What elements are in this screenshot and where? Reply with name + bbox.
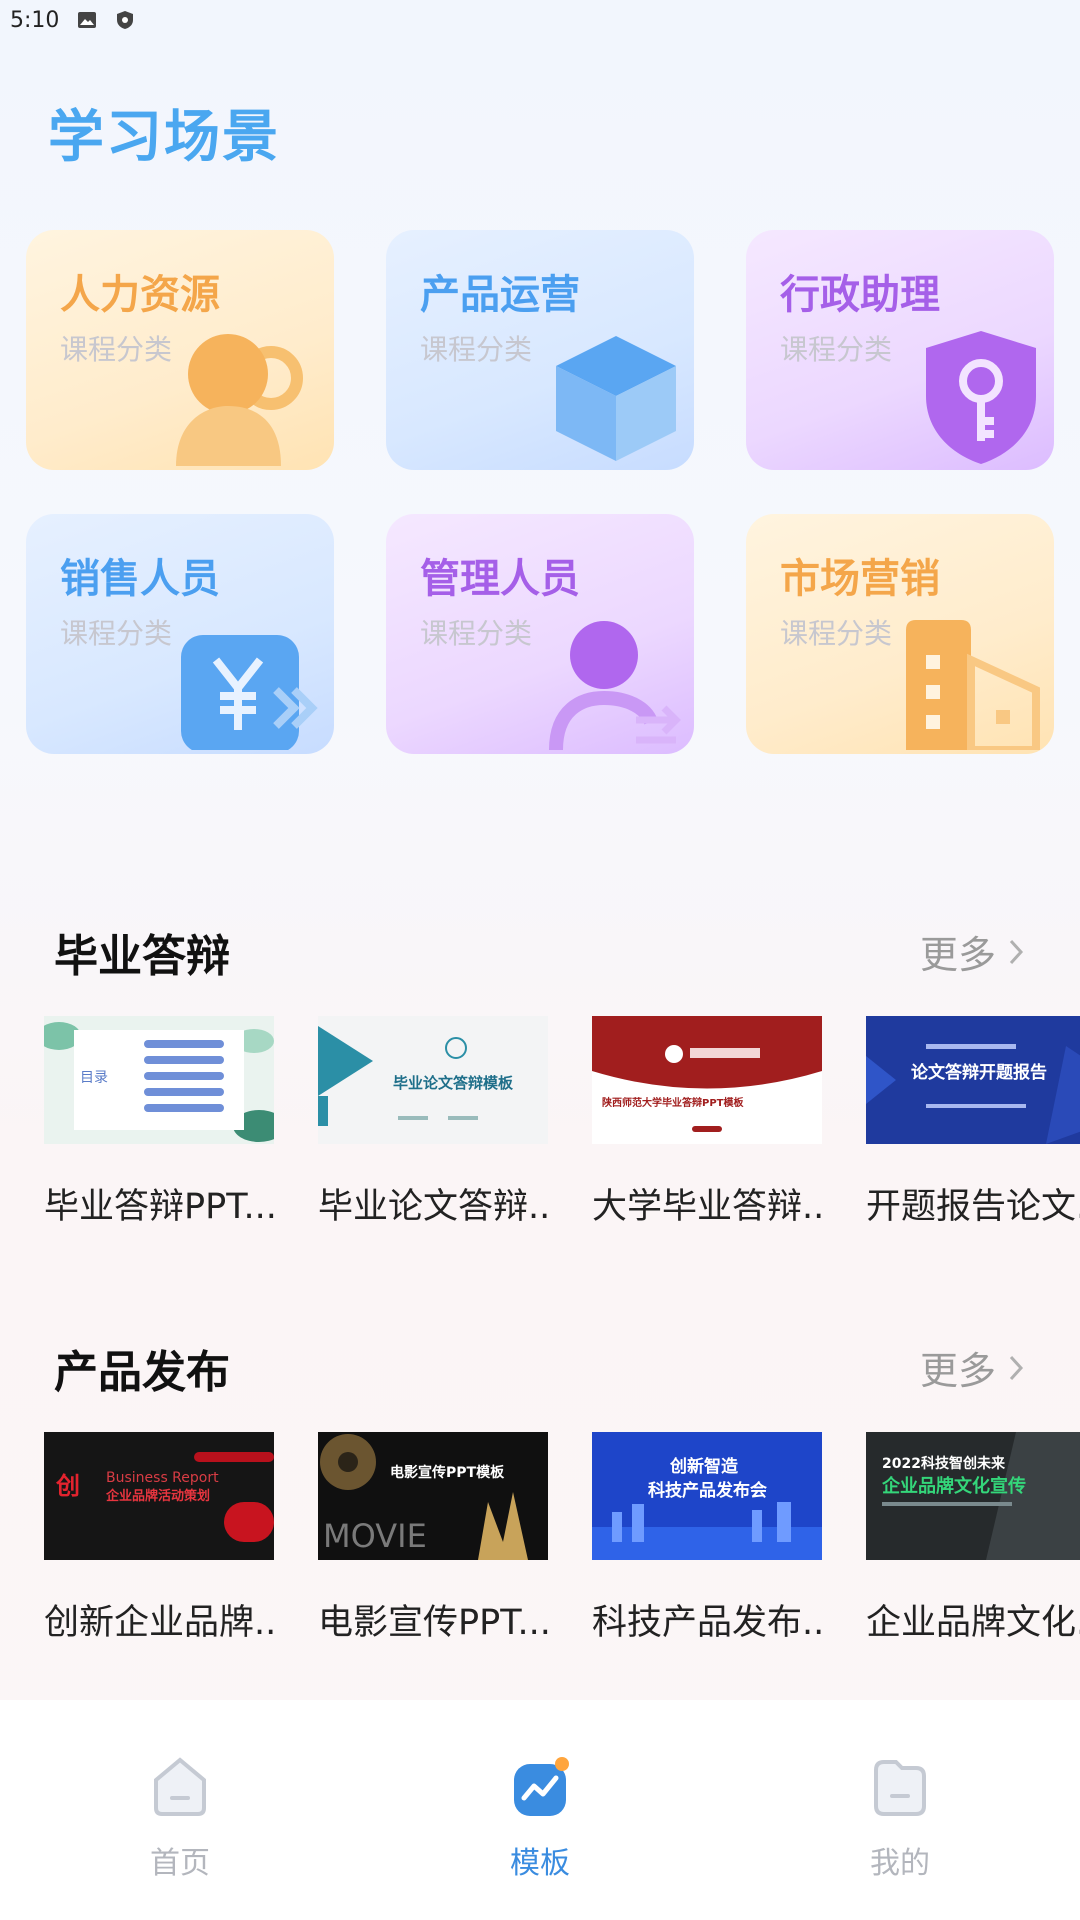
category-card-title: 管理人员 bbox=[420, 556, 580, 602]
template-thumbnail: 创新智造 科技产品发布会 bbox=[592, 1432, 822, 1560]
category-card-subtitle: 课程分类 bbox=[780, 333, 893, 366]
notification-dot bbox=[555, 1757, 569, 1771]
template-caption: 开题报告论文... bbox=[866, 1187, 1080, 1227]
category-card-subtitle: 课程分类 bbox=[420, 617, 533, 650]
learning-section-title: 学习场景 bbox=[48, 105, 280, 170]
category-card-subtitle: 课程分类 bbox=[420, 333, 533, 366]
template-caption: 毕业答辩PPT... bbox=[44, 1187, 277, 1227]
template-caption: 大学毕业答辩... bbox=[592, 1187, 826, 1227]
template-caption: 电影宣传PPT... bbox=[318, 1603, 551, 1643]
tab-label: 我的 bbox=[870, 1846, 930, 1881]
template-caption: 毕业论文答辩... bbox=[318, 1187, 552, 1227]
template-thumbnail: 2022科技智创未来 企业品牌文化宣传 bbox=[866, 1432, 1080, 1560]
category-card-admin-assistant[interactable]: 行政助理 课程分类 bbox=[746, 230, 1054, 470]
more-label: 更多 bbox=[919, 1349, 996, 1393]
chevron-right-icon bbox=[1009, 1355, 1024, 1380]
graduation-section-title: 毕业答辩 bbox=[54, 931, 230, 982]
template-card[interactable]: 毕业论文答辩模板 毕业论文答辩... bbox=[318, 1016, 552, 1229]
person-search-icon bbox=[176, 334, 303, 466]
category-card-product-ops[interactable]: 产品运营 课程分类 bbox=[386, 230, 694, 470]
category-card-title: 产品运营 bbox=[420, 272, 580, 318]
shield-notification-icon bbox=[117, 11, 134, 29]
graduation-template-list: 目录 毕业答辩PPT... 毕业论文答辩模板 毕业论文答辩... 陕西师范大学毕… bbox=[44, 1016, 1080, 1246]
svg-text:创: 创 bbox=[55, 1472, 80, 1500]
template-card[interactable]: 目录 毕业答辩PPT... bbox=[44, 1016, 285, 1229]
product-launch-section-title: 产品发布 bbox=[54, 1347, 230, 1398]
person-swap-icon bbox=[549, 621, 681, 750]
product-launch-more-link[interactable]: 更多 bbox=[920, 1340, 1024, 1395]
thumb-text: 目录 bbox=[80, 1070, 108, 1086]
template-card[interactable]: 电影宣传PPT模板 MOVIE 电影宣传PPT... bbox=[318, 1432, 551, 1645]
category-card-title: 市场营销 bbox=[780, 556, 940, 602]
thumb-text-secondary: 科技产品发布会 bbox=[648, 1480, 767, 1501]
thumb-text: 电影宣传PPT模板 bbox=[390, 1464, 505, 1481]
template-thumbnail: 论文答辩开题报告 bbox=[866, 1016, 1080, 1144]
template-caption: 科技产品发布... bbox=[592, 1603, 826, 1643]
home-icon bbox=[154, 1757, 206, 1816]
template-thumbnail: 电影宣传PPT模板 MOVIE bbox=[318, 1432, 548, 1560]
graduation-section-header: 毕业答辩 更多 bbox=[54, 912, 1024, 982]
tab-label: 首页 bbox=[150, 1846, 210, 1881]
template-caption: 企业品牌文化... bbox=[866, 1603, 1080, 1643]
category-card-subtitle: 课程分类 bbox=[60, 617, 173, 650]
more-label: 更多 bbox=[919, 933, 996, 977]
status-bar: 5:10 bbox=[0, 0, 1080, 40]
product-launch-section-header: 产品发布 更多 bbox=[54, 1328, 1024, 1398]
thumb-text: 2022科技智创未来 bbox=[882, 1455, 1006, 1472]
template-caption: 创新企业品牌... bbox=[44, 1603, 278, 1643]
thumb-text: 毕业论文答辩模板 bbox=[393, 1074, 514, 1092]
thumb-text: 企业品牌活动策划 bbox=[105, 1488, 210, 1504]
template-card[interactable]: 论文答辩开题报告 开题报告论文... bbox=[866, 1016, 1080, 1229]
category-card-sales[interactable]: 销售人员 课程分类 bbox=[26, 514, 334, 754]
image-notification-icon bbox=[78, 12, 97, 28]
graduation-more-link[interactable]: 更多 bbox=[920, 924, 1024, 979]
template-card[interactable]: 2022科技智创未来 企业品牌文化宣传 企业品牌文化... bbox=[866, 1432, 1080, 1645]
template-card[interactable]: 创新智造 科技产品发布会 科技产品发布... bbox=[592, 1432, 826, 1645]
tab-home[interactable]: 首页 bbox=[80, 1700, 280, 1920]
template-thumbnail: 创 Business Report 企业品牌活动策划 bbox=[44, 1432, 274, 1560]
tab-mine[interactable]: 我的 bbox=[800, 1700, 1000, 1920]
category-card-title: 人力资源 bbox=[60, 272, 220, 318]
tab-label: 模板 bbox=[510, 1846, 570, 1881]
chevron-right-icon bbox=[1009, 939, 1024, 964]
template-card[interactable]: 创 Business Report 企业品牌活动策划 创新企业品牌... bbox=[44, 1432, 278, 1645]
template-thumbnail: 陕西师范大学毕业答辩PPT模板 bbox=[592, 1016, 822, 1144]
category-card-subtitle: 课程分类 bbox=[780, 617, 893, 650]
thumb-text-secondary: MOVIE bbox=[323, 1517, 427, 1555]
thumb-text: 陕西师范大学毕业答辩PPT模板 bbox=[602, 1096, 744, 1109]
template-thumbnail: 目录 bbox=[44, 1016, 285, 1144]
thumb-text: 论文答辩开题报告 bbox=[911, 1062, 1047, 1083]
folder-profile-icon bbox=[874, 1760, 926, 1816]
category-card-hr[interactable]: 人力资源 课程分类 bbox=[26, 230, 334, 470]
bottom-tab-bar: 首页 模板 我的 bbox=[0, 1700, 1080, 1920]
category-card-subtitle: 课程分类 bbox=[60, 333, 173, 366]
category-card-marketing[interactable]: 市场营销 课程分类 bbox=[746, 514, 1054, 754]
thumb-text-secondary: Business Report bbox=[106, 1470, 219, 1486]
category-card-title: 销售人员 bbox=[60, 556, 220, 602]
status-time: 5:10 bbox=[10, 7, 60, 33]
cube-icon bbox=[556, 336, 676, 461]
template-thumbnail: 毕业论文答辩模板 bbox=[318, 1016, 548, 1144]
product-launch-template-list: 创 Business Report 企业品牌活动策划 创新企业品牌... 电影宣… bbox=[44, 1432, 1080, 1662]
building-icon bbox=[906, 620, 1040, 750]
template-card[interactable]: 陕西师范大学毕业答辩PPT模板 大学毕业答辩... bbox=[592, 1016, 826, 1229]
thumb-text-secondary: 企业品牌文化宣传 bbox=[881, 1475, 1026, 1497]
tab-templates[interactable]: 模板 bbox=[440, 1700, 640, 1920]
yen-transfer-icon bbox=[181, 635, 318, 750]
chart-trend-icon bbox=[514, 1757, 569, 1816]
category-card-management[interactable]: 管理人员 课程分类 bbox=[386, 514, 694, 754]
category-card-title: 行政助理 bbox=[780, 272, 940, 318]
shield-key-icon bbox=[926, 331, 1036, 464]
thumb-text: 创新智造 bbox=[669, 1456, 739, 1477]
